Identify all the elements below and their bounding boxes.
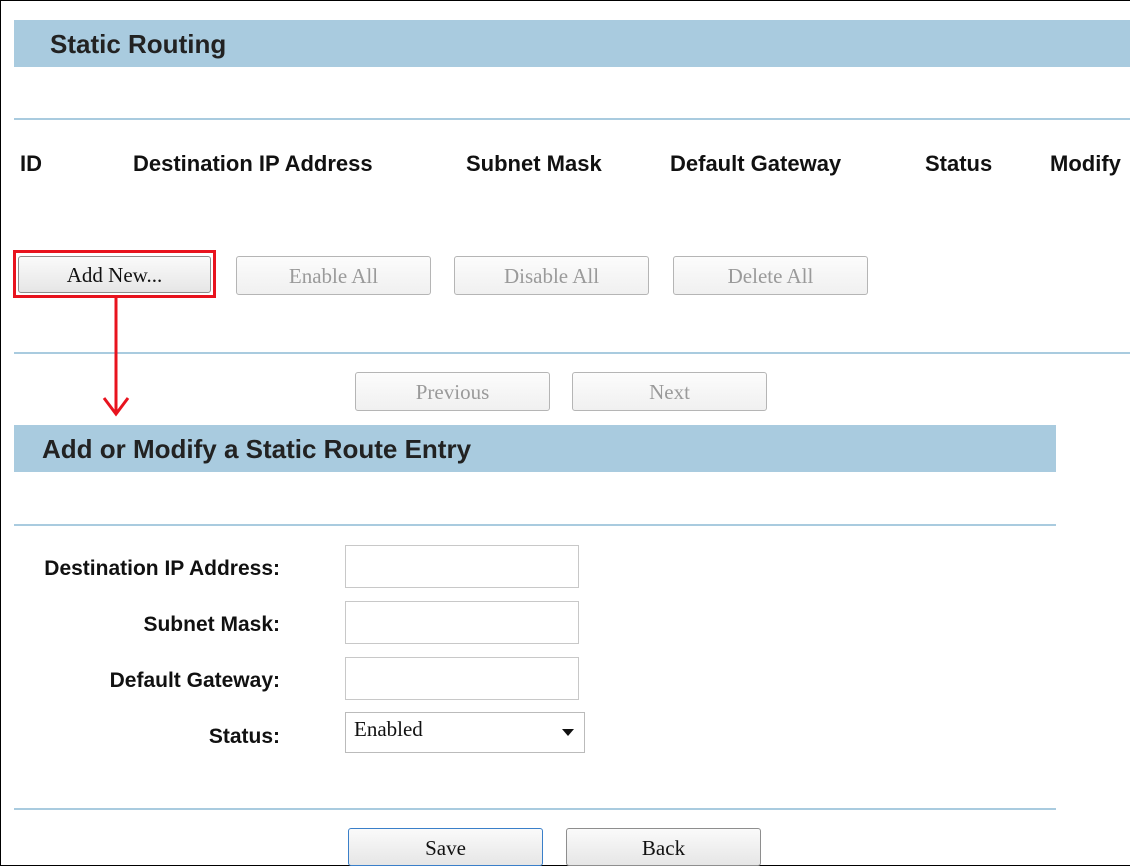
back-button[interactable]: Back	[566, 828, 761, 866]
divider	[14, 524, 1056, 526]
save-button[interactable]: Save	[348, 828, 543, 866]
column-status: Status	[925, 151, 993, 176]
subnet-mask-label: Subnet Mask:	[143, 613, 280, 636]
status-select-value: Enabled	[354, 717, 423, 741]
disable-all-button[interactable]: Disable All	[454, 256, 649, 295]
destination-ip-label: Destination IP Address:	[44, 557, 280, 580]
previous-button[interactable]: Previous	[355, 372, 550, 411]
divider	[14, 808, 1056, 810]
default-gateway-label: Default Gateway:	[109, 669, 280, 692]
column-default-gateway: Default Gateway	[670, 151, 842, 176]
next-button[interactable]: Next	[572, 372, 767, 411]
status-label: Status:	[208, 725, 280, 748]
status-select[interactable]: Enabled	[345, 712, 585, 753]
static-routing-header: Static Routing	[14, 20, 1130, 67]
add-modify-header: Add or Modify a Static Route Entry	[14, 425, 1056, 472]
default-gateway-input[interactable]	[345, 657, 579, 700]
divider	[14, 118, 1130, 120]
red-arrow-icon	[102, 298, 130, 417]
enable-all-button[interactable]: Enable All	[236, 256, 431, 295]
subnet-mask-input[interactable]	[345, 601, 579, 644]
divider	[14, 352, 1130, 354]
chevron-down-icon	[562, 729, 574, 736]
destination-ip-input[interactable]	[345, 545, 579, 588]
column-modify: Modify	[1050, 151, 1121, 176]
column-subnet-mask: Subnet Mask	[466, 151, 602, 176]
delete-all-button[interactable]: Delete All	[673, 256, 868, 295]
add-modify-title: Add or Modify a Static Route Entry	[42, 434, 472, 464]
column-destination-ip: Destination IP Address	[133, 151, 373, 176]
